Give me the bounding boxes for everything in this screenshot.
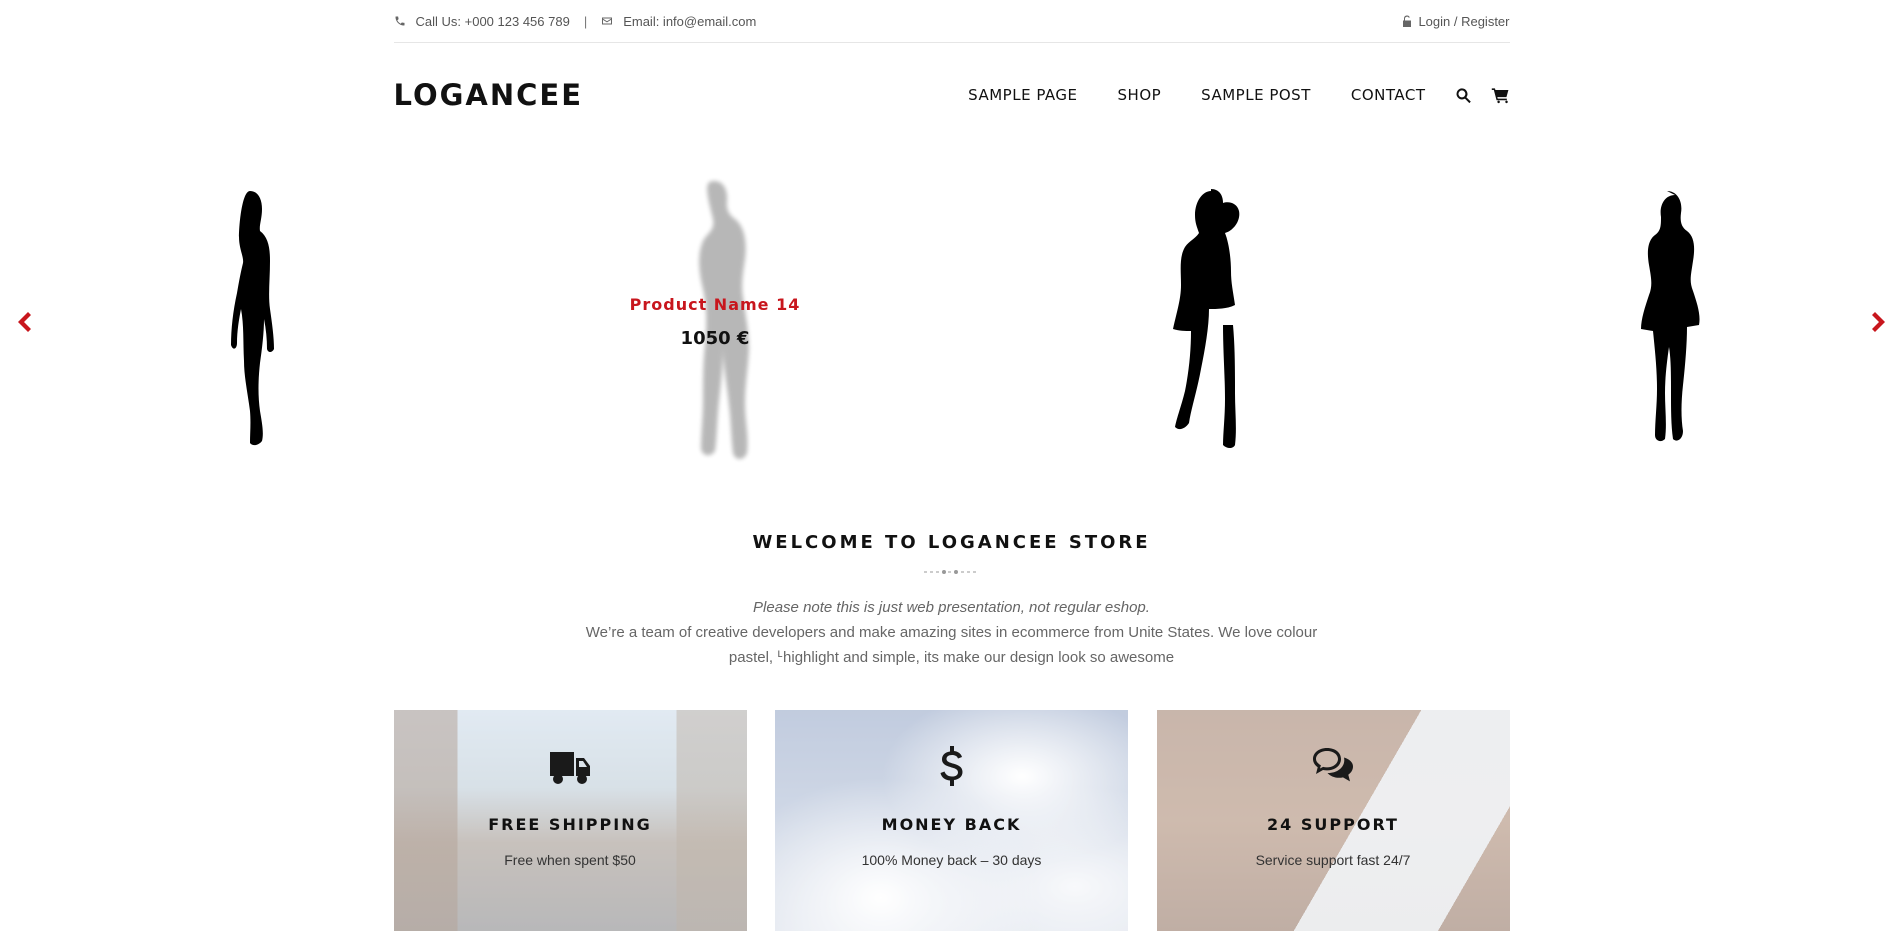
email-text[interactable]: Email: info@email.com xyxy=(623,14,756,29)
product-image[interactable] xyxy=(1627,187,1707,455)
cart-button[interactable] xyxy=(1491,86,1510,105)
product-price: 1050 € xyxy=(680,328,750,349)
welcome-description: We’re a team of creative developers and … xyxy=(585,624,1318,666)
site-header: LOGANCEE SAMPLE PAGE SHOP SAMPLE POST CO… xyxy=(394,43,1510,167)
unlock-icon xyxy=(1403,15,1412,27)
welcome-note: Please note this is just web presentatio… xyxy=(753,599,1150,616)
welcome-section: WELCOME TO LOGANCEE STORE Please note th… xyxy=(394,532,1510,670)
phone-icon xyxy=(395,16,404,26)
search-button[interactable] xyxy=(1454,86,1473,105)
nav-sample-page[interactable]: SAMPLE PAGE xyxy=(968,86,1077,104)
feature-box-money-back: MONEY BACK 100% Money back – 30 days xyxy=(775,710,1128,931)
main-nav: SAMPLE PAGE SHOP SAMPLE POST CONTACT xyxy=(928,86,1509,105)
product-image[interactable] xyxy=(210,187,290,455)
ornament-icon xyxy=(923,570,976,574)
feature-title: 24 SUPPORT xyxy=(1267,815,1399,834)
nav-sample-post[interactable]: SAMPLE POST xyxy=(1201,86,1311,104)
phone-text: Call Us: +000 123 456 789 xyxy=(415,13,570,29)
nav-shop[interactable]: SHOP xyxy=(1118,86,1162,104)
carousel-slide[interactable] xyxy=(1437,167,1897,487)
envelope-icon xyxy=(602,17,613,25)
chat-bubbles-icon xyxy=(1313,748,1353,782)
feature-box-shipping: FREE SHIPPING Free when spent $50 xyxy=(393,710,747,931)
shopping-cart-icon xyxy=(1491,87,1508,103)
login-register-text[interactable]: Login / Register xyxy=(1418,14,1509,29)
carousel-slide[interactable] xyxy=(980,167,1440,487)
site-logo[interactable]: LOGANCEE xyxy=(394,78,584,112)
welcome-title: WELCOME TO LOGANCEE STORE xyxy=(752,532,1151,553)
feature-text: Free when spent $50 xyxy=(504,852,636,868)
topbar-separator: | xyxy=(583,13,588,29)
product-name[interactable]: Product Name 14 xyxy=(485,295,945,314)
feature-title: FREE SHIPPING xyxy=(488,815,652,834)
dollar-icon xyxy=(940,746,962,786)
carousel-slide-hovered[interactable]: Product Name 14 1050 € xyxy=(485,167,945,487)
email-info: Email: info@email.com xyxy=(601,14,756,29)
product-carousel: Product Name 14 1050 € xyxy=(0,167,1903,487)
ornament-divider xyxy=(922,567,982,577)
chevron-right-icon xyxy=(1872,312,1885,332)
top-bar: Call Us: +000 123 456 789 | Email: info@… xyxy=(393,0,1510,43)
feature-title: MONEY BACK xyxy=(881,815,1022,834)
login-register-link[interactable]: Login / Register xyxy=(1402,14,1510,29)
product-hover-caption: Product Name 14 1050 € xyxy=(485,295,945,349)
feature-box-support: 24 SUPPORT Service support fast 24/7 xyxy=(1156,710,1510,931)
phone-info: Call Us: +000 123 456 789 xyxy=(394,14,570,29)
truck-icon xyxy=(550,752,590,784)
contact-info: Call Us: +000 123 456 789 | Email: info@… xyxy=(394,13,756,29)
carousel-next-button[interactable] xyxy=(1869,307,1889,337)
carousel-slide[interactable] xyxy=(20,167,480,487)
nav-contact[interactable]: CONTACT xyxy=(1351,86,1426,104)
features-row: FREE SHIPPING Free when spent $50 MONEY … xyxy=(393,710,1510,931)
feature-text: 100% Money back – 30 days xyxy=(861,852,1042,868)
feature-text: Service support fast 24/7 xyxy=(1255,852,1411,868)
search-icon xyxy=(1456,87,1471,103)
product-image[interactable] xyxy=(1155,185,1265,457)
